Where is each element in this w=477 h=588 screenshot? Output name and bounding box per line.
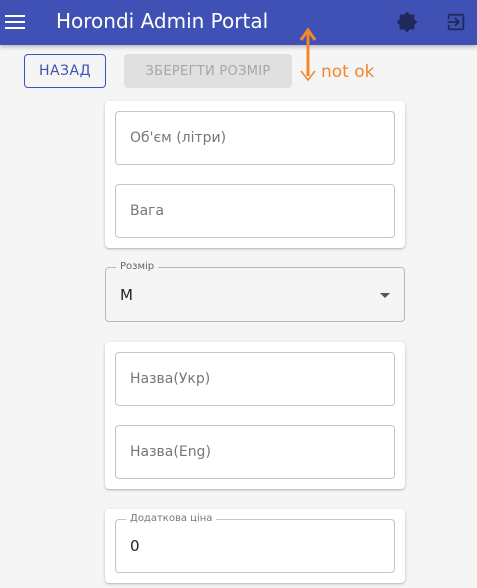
- extra-price-label: Додаткова ціна: [126, 513, 217, 524]
- extra-price-value: 0: [130, 537, 140, 555]
- save-size-button: ЗБЕРЕГТИ РОЗМІР: [124, 54, 292, 88]
- volume-weight-card: Об'єм (літри) Вага: [105, 101, 405, 248]
- name-en-field[interactable]: Назва(Eng): [115, 425, 395, 479]
- menu-icon[interactable]: [5, 12, 25, 32]
- back-button[interactable]: НАЗАД: [24, 54, 106, 88]
- weight-placeholder: Вага: [130, 203, 165, 219]
- extra-price-field[interactable]: Додаткова ціна 0: [115, 513, 395, 573]
- app-title: Horondi Admin Portal: [56, 9, 269, 33]
- volume-field[interactable]: Об'єм (літри): [115, 111, 395, 165]
- chevron-down-icon: [380, 293, 390, 298]
- annotation-arrow-icon: [299, 27, 317, 82]
- annotation-text: not ok: [321, 62, 375, 82]
- name-en-placeholder: Назва(Eng): [130, 444, 211, 460]
- size-value: M: [120, 285, 133, 304]
- volume-placeholder: Об'єм (літри): [130, 130, 227, 146]
- extra-price-card: Додаткова ціна 0: [105, 509, 405, 583]
- name-card: Назва(Укр) Назва(Eng): [105, 342, 405, 489]
- app-bar: Horondi Admin Portal: [0, 0, 477, 45]
- size-label: Розмір: [116, 261, 159, 272]
- name-ua-placeholder: Назва(Укр): [130, 371, 211, 387]
- theme-toggle-icon[interactable]: [396, 11, 418, 37]
- logout-icon[interactable]: [445, 11, 467, 37]
- name-ua-field[interactable]: Назва(Укр): [115, 352, 395, 406]
- size-select[interactable]: Розмір M: [105, 261, 405, 322]
- weight-field[interactable]: Вага: [115, 184, 395, 238]
